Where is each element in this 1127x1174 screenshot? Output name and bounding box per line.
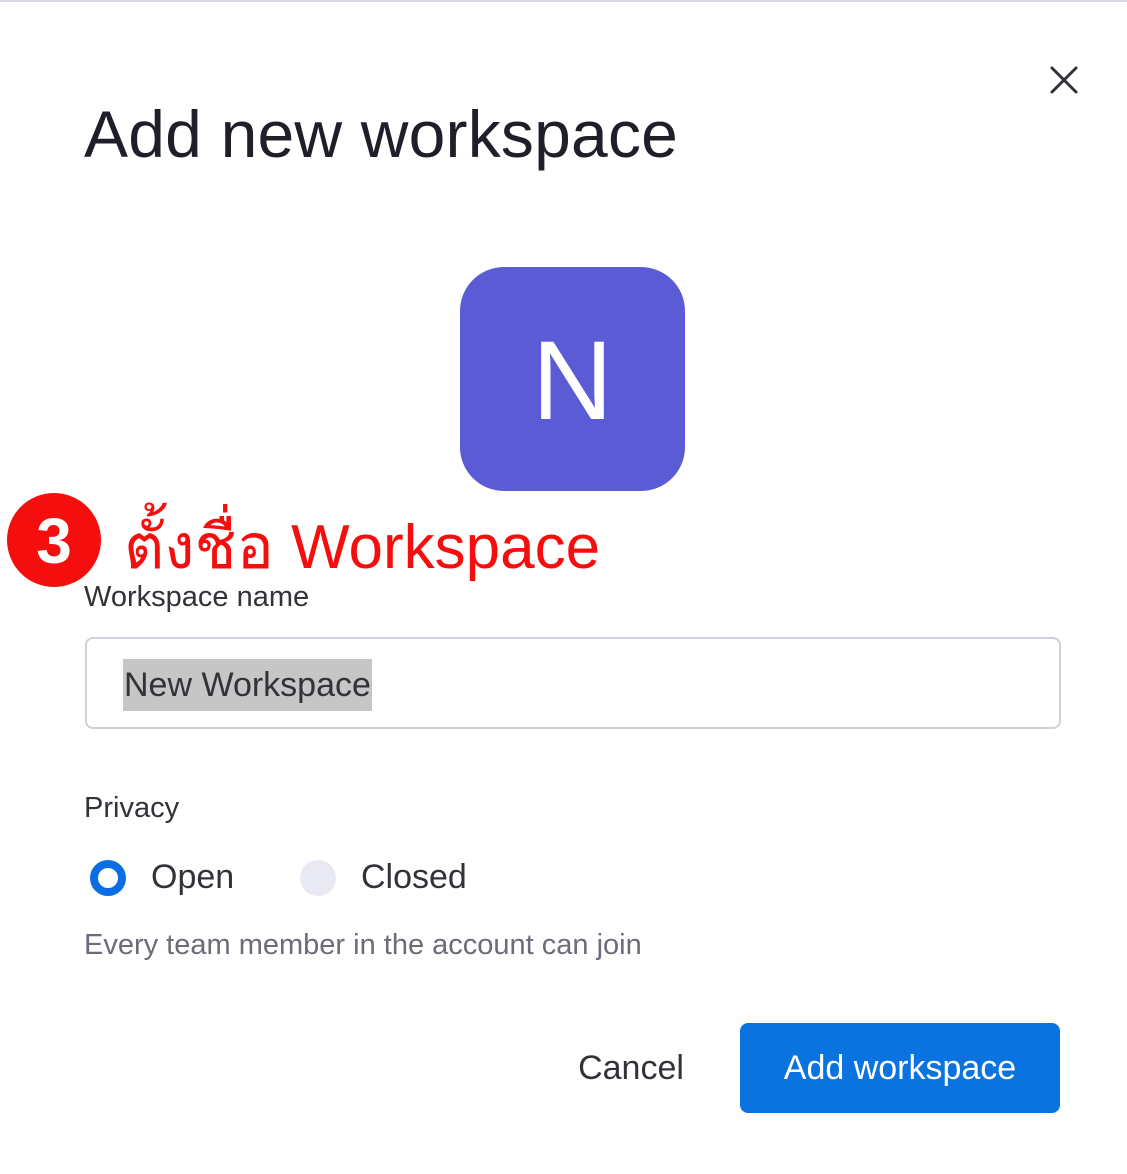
annotation-text: ตั้งชื่อ Workspace — [124, 513, 601, 582]
workspace-avatar[interactable]: N — [460, 267, 685, 491]
close-icon — [1050, 66, 1078, 94]
privacy-option-open[interactable]: Open — [90, 858, 234, 897]
radio-checked-icon — [90, 859, 126, 896]
privacy-help-text: Every team member in the account can joi… — [84, 929, 642, 961]
workspace-name-input[interactable]: New Workspace — [85, 637, 1061, 729]
privacy-label: Privacy — [84, 792, 180, 824]
privacy-option-label: Open — [151, 858, 235, 896]
step-badge: 3 — [7, 493, 101, 587]
step-number: 3 — [36, 505, 72, 577]
cancel-button[interactable]: Cancel — [560, 1024, 702, 1112]
workspace-name-label: Workspace name — [84, 581, 310, 613]
avatar-letter: N — [532, 318, 613, 443]
workspace-name-value: New Workspace — [123, 659, 372, 711]
close-button[interactable] — [1042, 58, 1086, 102]
add-workspace-dialog: Add new workspace N 3 ตั้งชื่อ Workspace… — [0, 0, 1127, 1174]
privacy-option-closed[interactable]: Closed — [300, 858, 467, 897]
dialog-title: Add new workspace — [84, 97, 679, 171]
add-workspace-button[interactable]: Add workspace — [740, 1023, 1060, 1113]
privacy-option-label: Closed — [361, 858, 467, 896]
radio-unchecked-icon — [300, 859, 336, 896]
